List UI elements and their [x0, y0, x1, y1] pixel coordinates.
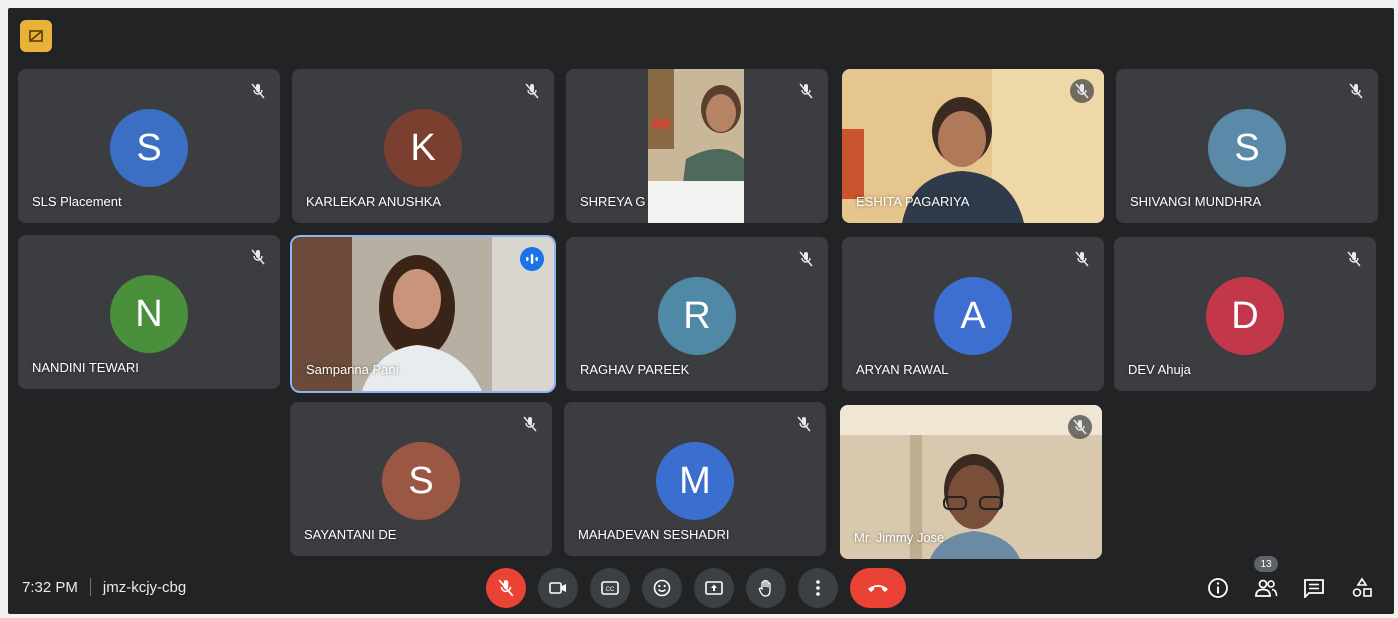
reactions-button[interactable] [642, 568, 682, 608]
participant-tile-nandini-tewari[interactable]: N NANDINI TEWARI [18, 235, 280, 389]
raise-hand-button[interactable] [746, 568, 786, 608]
mic-off-icon [246, 79, 270, 103]
participant-name: DEV Ahuja [1128, 362, 1191, 377]
participant-name: NANDINI TEWARI [32, 360, 139, 375]
participant-tile-eshita-pagariya[interactable]: ESHITA PAGARIYA [842, 69, 1104, 223]
mic-off-icon [1344, 79, 1368, 103]
participant-name: KARLEKAR ANUSHKA [306, 194, 442, 209]
emoji-icon [653, 579, 671, 597]
chat-icon [1304, 579, 1324, 598]
camera-toggle-button[interactable] [538, 568, 578, 608]
avatar: S [110, 109, 188, 187]
raise-hand-icon [758, 579, 771, 597]
people-button[interactable]: 13 [1246, 556, 1286, 608]
speaking-indicator-icon [520, 247, 544, 271]
participant-name: SHIVANGI MUNDHRA [1130, 194, 1262, 209]
activities-button[interactable] [1342, 568, 1382, 608]
info-icon [1208, 578, 1228, 598]
recording-badge[interactable] [20, 20, 52, 52]
participant-tile-aryan-rawal[interactable]: A ARYAN RAWAL [842, 237, 1104, 391]
avatar: R [658, 277, 736, 355]
participant-tile-shivangi-mundhra[interactable]: S SHIVANGI MUNDHRA [1116, 69, 1378, 223]
participant-name: ESHITA PAGARIYA [856, 194, 970, 209]
mic-off-icon [498, 579, 514, 597]
participant-name: MAHADEVAN SESHADRI [578, 527, 730, 542]
present-now-button[interactable] [694, 568, 734, 608]
participant-tile-karlekar-anushka[interactable]: K KARLEKAR ANUSHKA [292, 69, 554, 223]
mic-off-icon [1068, 415, 1092, 439]
mic-off-icon [792, 412, 816, 436]
participant-tile-dev-ahuja[interactable]: D DEV Ahuja [1114, 237, 1376, 391]
captions-button[interactable]: CC [590, 568, 630, 608]
participant-name: ARYAN RAWAL [856, 362, 949, 377]
side-panel-controls: 13 [1198, 556, 1382, 608]
call-controls: CC [486, 568, 906, 608]
participant-count-badge: 13 [1254, 556, 1278, 572]
avatar: S [1208, 109, 1286, 187]
meeting-details: 7:32 PM jmz-kcjy-cbg [22, 578, 186, 596]
avatar: K [384, 109, 462, 187]
participant-name: SHREYA G [580, 194, 646, 209]
mic-toggle-button[interactable] [486, 568, 526, 608]
present-icon [705, 581, 723, 595]
participant-name: RAGHAV PAREEK [580, 362, 690, 377]
meeting-time: 7:32 PM [22, 578, 78, 596]
end-call-icon [868, 585, 888, 592]
mic-off-icon [520, 79, 544, 103]
recording-icon [29, 30, 43, 42]
participant-tile-shreya[interactable]: SHREYA G [566, 69, 828, 223]
participant-tile-sayantani-de[interactable]: S SAYANTANI DE [290, 402, 552, 556]
avatar: D [1206, 277, 1284, 355]
chat-button[interactable] [1294, 568, 1334, 608]
captions-icon: CC [601, 581, 619, 595]
participant-tile-raghav-pareek[interactable]: R RAGHAV PAREEK [566, 237, 828, 391]
svg-text:CC: CC [606, 587, 615, 593]
participant-name: Sampanna Pani [306, 362, 399, 377]
mic-off-icon [1342, 247, 1366, 271]
participant-name: SLS Placement [32, 194, 122, 209]
mic-off-icon [1070, 247, 1094, 271]
camera-icon [549, 582, 566, 594]
leave-call-button[interactable] [850, 568, 906, 608]
more-icon [816, 580, 820, 596]
meeting-details-button[interactable] [1198, 568, 1238, 608]
participant-tile-jimmy-jose[interactable]: Mr. Jimmy Jose [840, 405, 1102, 559]
mic-off-icon [246, 245, 270, 269]
participant-tile-sampanna-pani[interactable]: Sampanna Pani [292, 237, 554, 391]
mic-off-icon [794, 79, 818, 103]
participant-name: SAYANTANI DE [304, 527, 397, 542]
avatar: S [382, 442, 460, 520]
participant-tile-sls-placement[interactable]: S SLS Placement [18, 69, 280, 223]
mic-off-icon [518, 412, 542, 436]
meet-screen: S SLS Placement K KARLEKAR ANUSHKA SHREY… [8, 8, 1394, 614]
meeting-code[interactable]: jmz-kcjy-cbg [103, 579, 186, 596]
people-icon [1255, 579, 1278, 597]
avatar: A [934, 277, 1012, 355]
activities-icon [1352, 577, 1372, 597]
mic-off-icon [794, 247, 818, 271]
participant-tile-mahadevan-seshadri[interactable]: M MAHADEVAN SESHADRI [564, 402, 826, 556]
more-options-button[interactable] [798, 568, 838, 608]
avatar: M [656, 442, 734, 520]
divider [89, 578, 91, 596]
avatar: N [110, 275, 188, 353]
mic-off-icon [1070, 79, 1094, 103]
participant-name: Mr. Jimmy Jose [854, 530, 945, 545]
